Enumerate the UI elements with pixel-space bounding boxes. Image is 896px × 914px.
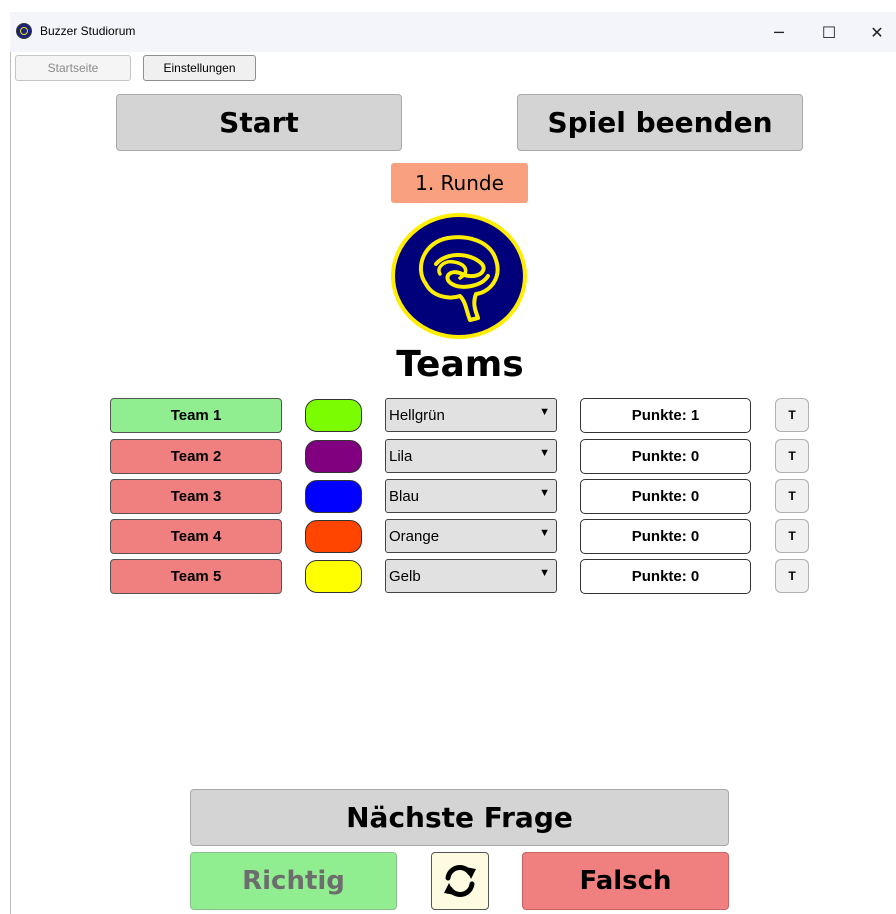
close-button[interactable]: ✕ <box>854 16 896 48</box>
team-4-t-button[interactable]: T <box>775 519 809 553</box>
team-3-color-swatch[interactable] <box>305 480 362 513</box>
minimize-button[interactable]: ─ <box>756 16 802 48</box>
team-3-t-button[interactable]: T <box>775 479 809 513</box>
correct-button[interactable]: Richtig <box>190 852 397 910</box>
team-4-color-select[interactable]: Orange ▼ <box>385 519 557 553</box>
team-3-score: Punkte: 0 <box>580 479 751 514</box>
next-question-button[interactable]: Nächste Frage <box>190 789 729 846</box>
team-2-color-select[interactable]: Lila ▼ <box>385 439 557 473</box>
team-1-button[interactable]: Team 1 <box>110 398 282 433</box>
window-title: Buzzer Studiorum <box>40 24 136 38</box>
chevron-down-icon: ▼ <box>539 406 550 418</box>
team-5-button[interactable]: Team 5 <box>110 559 282 594</box>
team-3-color-select[interactable]: Blau ▼ <box>385 479 557 513</box>
team-4-color-value: Orange <box>389 528 440 545</box>
title-bar: Buzzer Studiorum ─ ☐ ✕ <box>10 12 896 52</box>
round-badge: 1. Runde <box>391 163 528 203</box>
chevron-down-icon: ▼ <box>539 487 550 499</box>
team-4-button[interactable]: Team 4 <box>110 519 282 554</box>
team-3-color-value: Blau <box>389 488 420 505</box>
team-2-t-button[interactable]: T <box>775 439 809 473</box>
wrong-button[interactable]: Falsch <box>522 852 729 910</box>
brain-logo <box>391 213 527 339</box>
chevron-down-icon: ▼ <box>539 447 550 459</box>
team-4-score: Punkte: 0 <box>580 519 751 554</box>
team-1-t-button[interactable]: T <box>775 398 809 432</box>
start-button[interactable]: Start <box>116 94 402 151</box>
reload-button[interactable] <box>431 852 489 910</box>
chevron-down-icon: ▼ <box>539 527 550 539</box>
team-2-score: Punkte: 0 <box>580 439 751 474</box>
team-3-button[interactable]: Team 3 <box>110 479 282 514</box>
brain-logo-icon <box>16 23 32 39</box>
settings-button[interactable]: Einstellungen <box>143 55 256 81</box>
team-5-color-value: Gelb <box>389 568 421 585</box>
team-1-score: Punkte: 1 <box>580 398 751 433</box>
window-top-edge <box>0 0 896 12</box>
team-5-color-select[interactable]: Gelb ▼ <box>385 559 557 593</box>
chevron-down-icon: ▼ <box>539 567 550 579</box>
refresh-icon <box>444 865 476 897</box>
home-button[interactable]: Startseite <box>15 55 131 81</box>
team-5-score: Punkte: 0 <box>580 559 751 594</box>
maximize-button[interactable]: ☐ <box>806 16 852 48</box>
window-left-border <box>10 52 11 914</box>
team-2-color-swatch[interactable] <box>305 440 362 473</box>
teams-heading: Teams <box>396 344 524 385</box>
team-5-color-swatch[interactable] <box>305 560 362 593</box>
team-2-color-value: Lila <box>389 448 413 465</box>
team-5-t-button[interactable]: T <box>775 559 809 593</box>
team-2-button[interactable]: Team 2 <box>110 439 282 474</box>
end-game-button[interactable]: Spiel beenden <box>517 94 803 151</box>
team-1-color-swatch[interactable] <box>305 399 362 432</box>
team-1-color-value: Hellgrün <box>389 407 445 424</box>
team-1-color-select[interactable]: Hellgrün ▼ <box>385 398 557 432</box>
team-4-color-swatch[interactable] <box>305 520 362 553</box>
